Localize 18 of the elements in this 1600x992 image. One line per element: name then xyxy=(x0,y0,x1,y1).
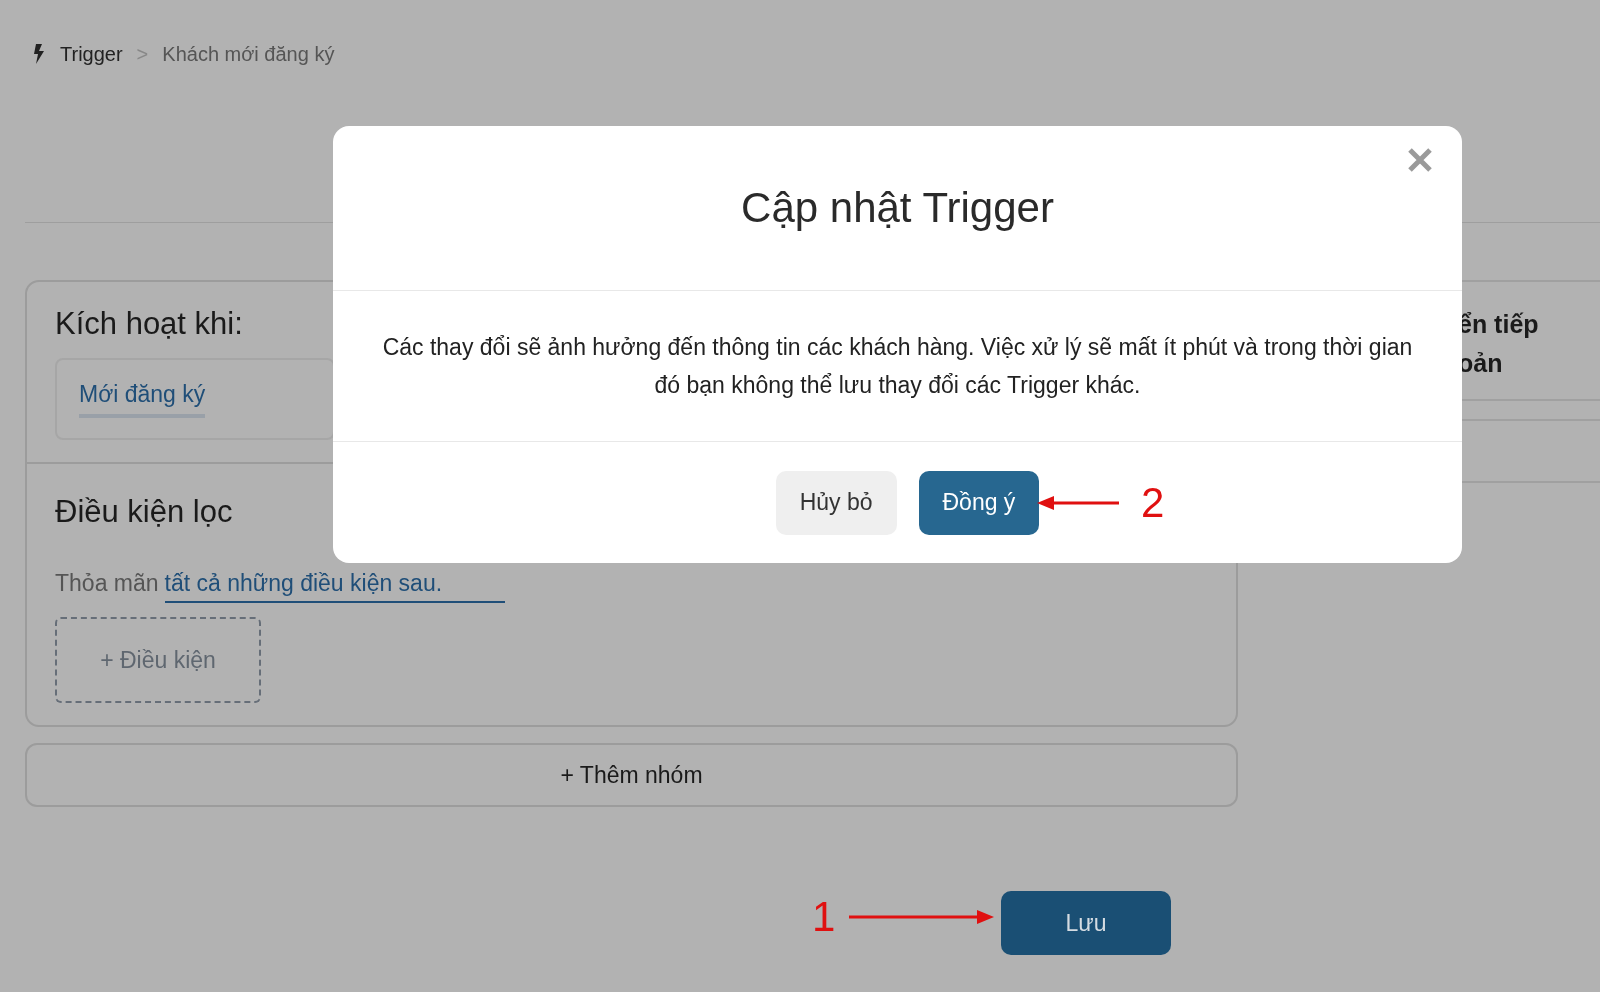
annotation-number: 2 xyxy=(1141,482,1165,524)
breadcrumb-separator: > xyxy=(136,42,149,66)
bolt-icon xyxy=(32,43,46,65)
match-label: Thỏa mãn xyxy=(55,570,159,598)
dialog-title: Cập nhật Trigger xyxy=(741,184,1054,232)
close-icon[interactable] xyxy=(1406,146,1434,174)
annotation-number: 1 xyxy=(812,896,836,938)
section-heading: Kích hoạt khi: xyxy=(55,306,243,342)
breadcrumb-link[interactable]: Trigger xyxy=(60,42,123,66)
match-mode-link[interactable]: tất cả những điều kiện sau. xyxy=(164,570,505,603)
trigger-tab[interactable]: Mới đăng ký xyxy=(79,380,206,418)
save-button[interactable]: Lưu xyxy=(1001,891,1171,955)
breadcrumb-current: Khách mới đăng ký xyxy=(162,42,335,66)
section-heading: Điều kiện lọc xyxy=(55,494,233,530)
cancel-button[interactable]: Hủy bỏ xyxy=(775,470,897,535)
add-group-button[interactable]: + Thêm nhóm xyxy=(25,743,1238,807)
confirm-button[interactable]: Đồng ý xyxy=(918,470,1040,535)
dialog-message: Các thay đổi sẽ ảnh hưởng đến thông tin các khách hàng. Việc xử lý sẽ mất ít phút và trong thời gian đó bạn không thể lưu thay đổi các Trigger khác. xyxy=(381,333,1414,400)
